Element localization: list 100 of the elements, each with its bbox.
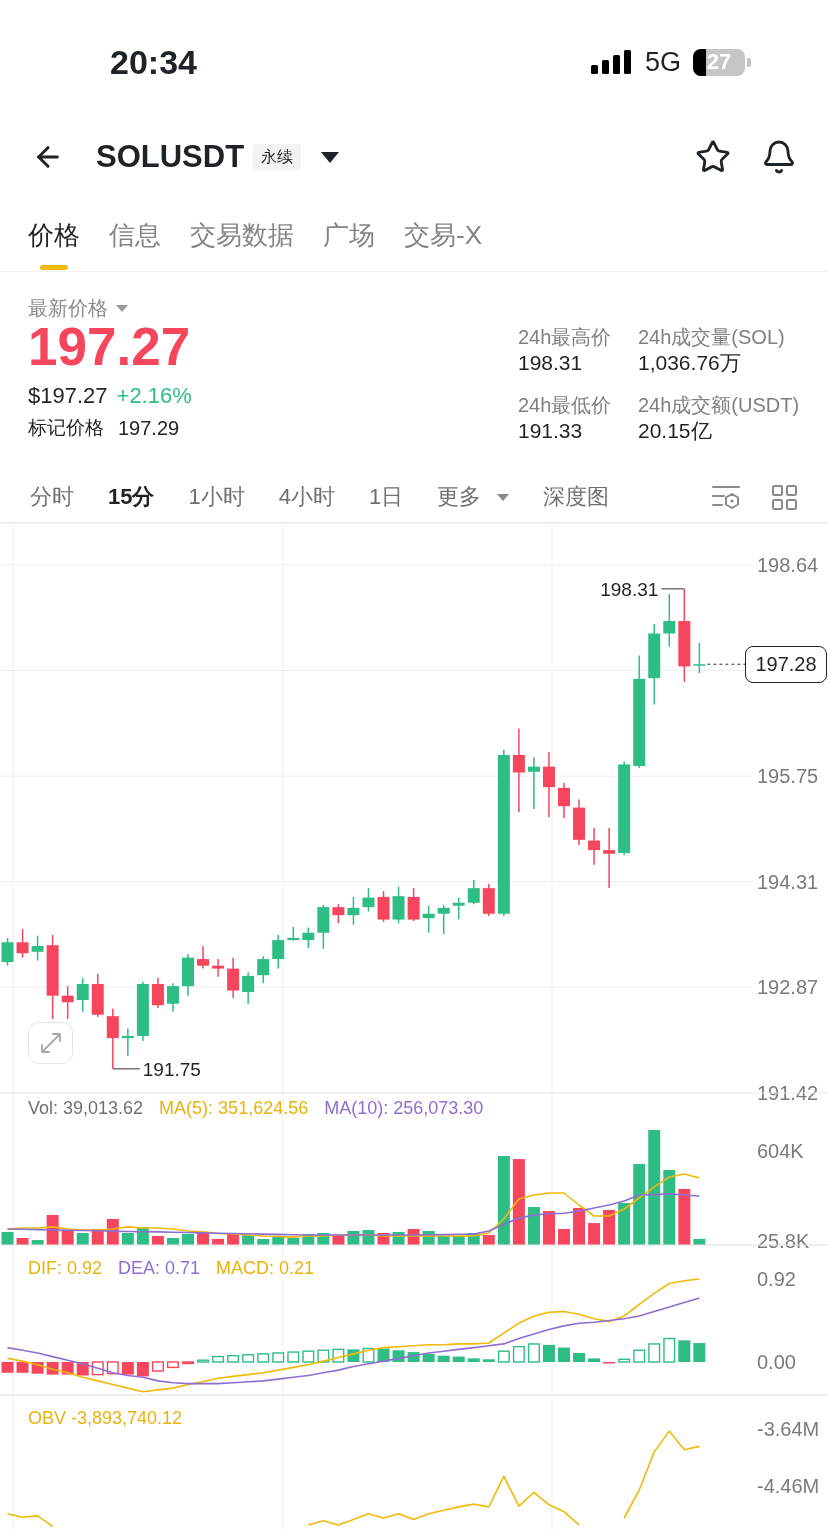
interval-tab[interactable]: 1日 [369, 483, 404, 511]
macd-bar [317, 1349, 330, 1363]
macd-bar [257, 1353, 270, 1363]
price-axis-label: 198.64 [757, 553, 819, 576]
volume-bar [151, 1235, 164, 1245]
candle [482, 883, 495, 917]
current-price-line [706, 663, 746, 665]
candle [197, 945, 210, 970]
candle [542, 751, 555, 818]
macd-bar [151, 1361, 164, 1372]
macd-bar [467, 1358, 480, 1362]
candle [347, 896, 360, 926]
macd-bar [166, 1361, 179, 1369]
tab[interactable]: 交易数据 [190, 200, 294, 271]
candle [422, 904, 435, 934]
bell-icon[interactable] [761, 139, 797, 175]
macd-bar [633, 1349, 646, 1363]
mark-price-value: 197.29 [118, 416, 180, 441]
volume-bar [693, 1238, 706, 1245]
candle [242, 971, 255, 1005]
volume-value: Vol: 39,013.62 [28, 1097, 144, 1119]
macd-bar [392, 1350, 405, 1362]
volume-bar [272, 1235, 285, 1245]
macd-bar [227, 1354, 240, 1363]
volume-bar [527, 1207, 540, 1245]
interval-tab[interactable]: 分时 [30, 483, 74, 511]
macd-bar [542, 1344, 555, 1362]
stat-label: 24h最低价 [518, 393, 613, 418]
tab[interactable]: 价格 [28, 200, 80, 271]
volume-axis-label: 604K [757, 1140, 804, 1162]
macd-bar [362, 1347, 375, 1363]
candle [272, 934, 285, 970]
interval-tab[interactable]: 15分 [108, 483, 155, 511]
interval-tab[interactable]: 4小时 [278, 483, 335, 511]
tab[interactable]: 信息 [109, 200, 161, 271]
stat-value: 1,036.76万 [638, 350, 742, 376]
volume-bar [452, 1235, 465, 1245]
macd-bar [497, 1350, 510, 1363]
candle [212, 958, 225, 978]
tab[interactable]: 广场 [323, 200, 375, 271]
macd-bar [16, 1362, 29, 1373]
candle [151, 977, 164, 1009]
grid-icon[interactable] [772, 484, 797, 510]
tab[interactable]: 交易-X [404, 200, 482, 271]
stat-label: 24h成交额(USDT) [638, 393, 800, 418]
favorite-star-icon[interactable] [695, 139, 731, 175]
candle [663, 593, 676, 648]
candle [287, 926, 300, 942]
price-axis-label: 195.75 [757, 765, 819, 788]
candle [407, 887, 420, 922]
caret-icon [116, 304, 128, 312]
volume-bar [257, 1238, 270, 1245]
macd-bar [558, 1347, 570, 1362]
volume-bar [1, 1231, 14, 1245]
lines-hexagon-icon[interactable] [712, 484, 740, 510]
interval-tab[interactable]: 1小时 [188, 483, 245, 511]
candle [693, 642, 706, 674]
interval-tab[interactable]: 深度图 [543, 483, 610, 511]
ma5-value: MA(5): 351,624.56 [159, 1097, 309, 1119]
candle [166, 982, 179, 1013]
candle [603, 827, 616, 889]
candle [91, 973, 104, 1018]
macd-bar [452, 1356, 465, 1362]
macd-bar [618, 1358, 631, 1363]
obv-value: OBV -3,893,740.12 [28, 1407, 183, 1429]
network-type: 5G [644, 47, 681, 77]
macd-bar [437, 1355, 450, 1362]
macd-bar [121, 1362, 134, 1375]
candle [31, 934, 44, 962]
macd-bar [422, 1353, 435, 1362]
candle [437, 904, 450, 935]
price-axis-label: 192.87 [757, 975, 819, 998]
candle [527, 756, 540, 810]
caret-icon [321, 151, 340, 163]
volume-bar [287, 1238, 300, 1245]
candle [573, 798, 586, 846]
volume-bar [332, 1235, 345, 1245]
candle [377, 890, 390, 923]
last-price-tag: 197.28 [745, 645, 827, 683]
volume-bar [166, 1238, 179, 1245]
macd-bar [242, 1354, 255, 1363]
candle [106, 1008, 119, 1070]
price-change: +2.16% [116, 383, 192, 409]
volume-bar [121, 1233, 134, 1245]
interval-dropdown[interactable]: 更多 [437, 483, 510, 511]
macd-axis-label: 0.00 [757, 1351, 796, 1373]
macd-bar [573, 1352, 586, 1362]
dea-value: DEA: 0.71 [118, 1257, 201, 1279]
macd-bar [136, 1362, 149, 1377]
candle [227, 956, 240, 999]
volume-bar [678, 1188, 691, 1245]
contract-type-tag: 永续 [253, 144, 302, 170]
volume-bar [182, 1233, 194, 1245]
macd-value: MACD: 0.21 [216, 1257, 315, 1279]
macd-bar [693, 1343, 706, 1362]
pair-title: SOLUSDT [96, 139, 245, 175]
macd-bar [197, 1359, 210, 1363]
obv-axis-label: -3.64M [757, 1418, 820, 1440]
price-type-label: 最新价格 [28, 296, 108, 320]
macd-bar [648, 1343, 661, 1363]
